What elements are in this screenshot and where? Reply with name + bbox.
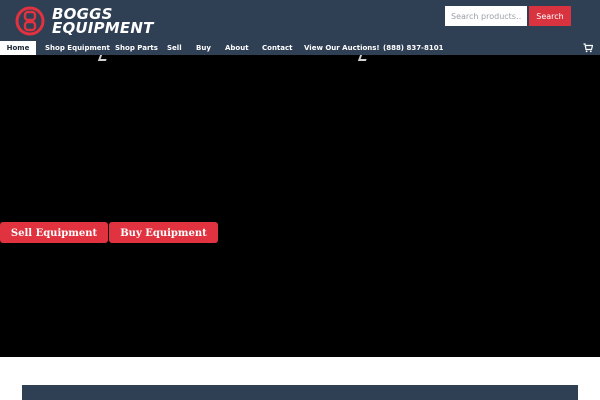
search-input[interactable]: [445, 6, 527, 26]
nav-shop-parts[interactable]: Shop Parts: [115, 41, 158, 55]
nav-buy[interactable]: Buy: [196, 41, 211, 55]
brand-wordmark: BOGGS EQUIPMENT: [52, 7, 154, 37]
sell-equipment-button[interactable]: Sell Equipment: [0, 222, 108, 243]
cart-icon[interactable]: [583, 43, 593, 53]
search-button[interactable]: Search: [529, 6, 571, 26]
hero-decoration-mark: [97, 55, 109, 61]
nav-sell[interactable]: Sell: [167, 41, 182, 55]
content-band: [22, 385, 578, 400]
nav-shop-equipment[interactable]: Shop Equipment: [45, 41, 110, 55]
brand-line-2: EQUIPMENT: [52, 19, 154, 37]
main-nav: Home Shop Equipment Shop Parts Sell Buy …: [0, 41, 600, 55]
boggs-logo-icon: [15, 6, 45, 36]
nav-phone[interactable]: (888) 837-8101: [383, 41, 443, 55]
hero-banner: [0, 55, 600, 357]
nav-about[interactable]: About: [225, 41, 249, 55]
nav-contact[interactable]: Contact: [262, 41, 293, 55]
site-header: BOGGS EQUIPMENT Search: [0, 0, 600, 41]
nav-home[interactable]: Home: [0, 41, 36, 55]
brand-logo[interactable]: BOGGS EQUIPMENT: [14, 5, 154, 37]
hero-decoration-mark: [357, 55, 369, 61]
nav-view-auctions[interactable]: View Our Auctions!: [304, 41, 380, 55]
buy-equipment-button[interactable]: Buy Equipment: [109, 222, 218, 243]
